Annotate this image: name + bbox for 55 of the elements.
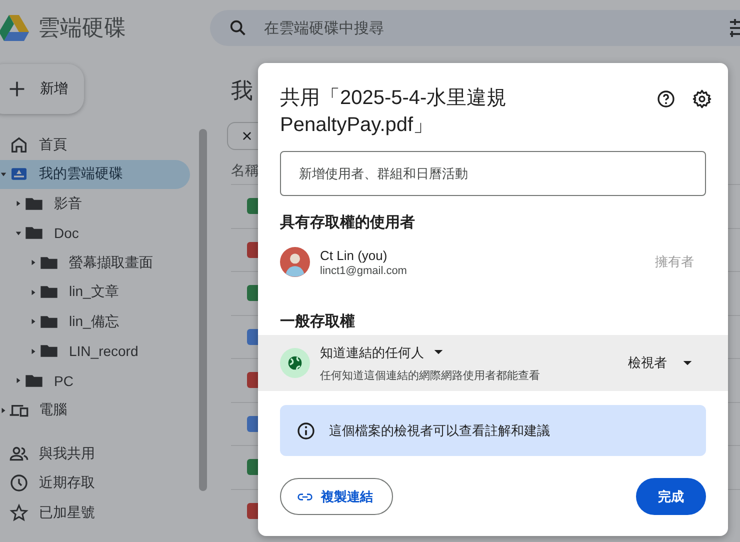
caret-right-icon[interactable] [15, 377, 22, 384]
caret-down-icon [683, 360, 692, 366]
role-label: 擁有者 [655, 253, 694, 271]
page-heading: 我 [231, 77, 253, 105]
scrollbar[interactable] [199, 129, 207, 491]
link-icon [297, 492, 313, 500]
help-icon[interactable] [656, 89, 676, 109]
caret-right-icon[interactable] [30, 318, 37, 326]
star-icon [9, 502, 29, 523]
sidebar-item[interactable]: lin_文章 [0, 278, 190, 307]
caret-right-icon[interactable] [30, 259, 37, 266]
avatar-icon [280, 247, 310, 277]
caret-right-icon[interactable] [30, 288, 37, 296]
sidebar-item[interactable]: LIN_record [0, 336, 190, 366]
caret-right-icon[interactable] [0, 406, 7, 414]
sidebar-item[interactable]: 首頁 [0, 130, 190, 160]
caret-down-icon[interactable] [0, 170, 7, 178]
sidebar-item[interactable]: lin_備忘 [0, 307, 190, 336]
sidebar-item[interactable]: 螢幕擷取畫面 [0, 248, 190, 278]
done-button[interactable]: 完成 [636, 478, 706, 515]
sidebar-item[interactable]: 已加星號 [0, 498, 190, 528]
user-name: Ct Lin (you) [320, 248, 388, 262]
sidebar-item[interactable]: 近期存取 [0, 468, 190, 498]
search-icon[interactable] [228, 18, 248, 38]
caret-down-icon[interactable] [15, 230, 22, 237]
access-description: 任何知道這個連結的網際網路使用者都能查看 [320, 368, 540, 382]
caret-right-icon[interactable] [30, 348, 37, 355]
access-dropdown[interactable]: 知道連結的任何人 [320, 344, 540, 362]
new-button[interactable]: 新增 [0, 64, 84, 114]
dialog-title: 共用「2025-5-4-水里違規 PenaltyPay.pdf」 [280, 86, 508, 138]
globe-icon [280, 348, 310, 378]
section-heading: 一般存取權 [280, 312, 356, 331]
filter-icon[interactable] [730, 18, 740, 38]
app-title: 雲端硬碟 [38, 14, 127, 42]
role-dropdown[interactable]: 檢視者 [628, 354, 692, 372]
home-icon [9, 134, 29, 155]
caret-right-icon[interactable] [15, 200, 22, 208]
plus-icon [8, 80, 26, 98]
settings-icon[interactable] [692, 89, 712, 109]
user-email: linct1@gmail.com [320, 264, 407, 276]
clock-icon [9, 473, 29, 494]
logo-icon [0, 14, 30, 42]
sidebar-item[interactable]: 我的雲端硬碟 [0, 160, 190, 189]
sidebar-item[interactable]: 影音 [0, 189, 190, 218]
add-people-field[interactable]: 新增使用者、群組和日曆活動 [280, 151, 706, 196]
sidebar-item[interactable]: 與我共用 [0, 439, 190, 468]
copy-link-button[interactable]: 複製連結 [280, 478, 393, 515]
sidebar-item[interactable]: Doc [0, 218, 190, 248]
info-text: 這個檔案的檢視者可以查看註解和建議 [329, 422, 550, 440]
sidebar-item[interactable]: 電腦 [0, 396, 190, 425]
section-heading: 具有存取權的使用者 [280, 213, 416, 232]
sidebar-item[interactable]: PC [0, 366, 190, 396]
info-icon [296, 420, 316, 440]
caret-down-icon [434, 350, 443, 355]
search-field[interactable]: 在雲端硬碟中搜尋 [210, 10, 740, 46]
